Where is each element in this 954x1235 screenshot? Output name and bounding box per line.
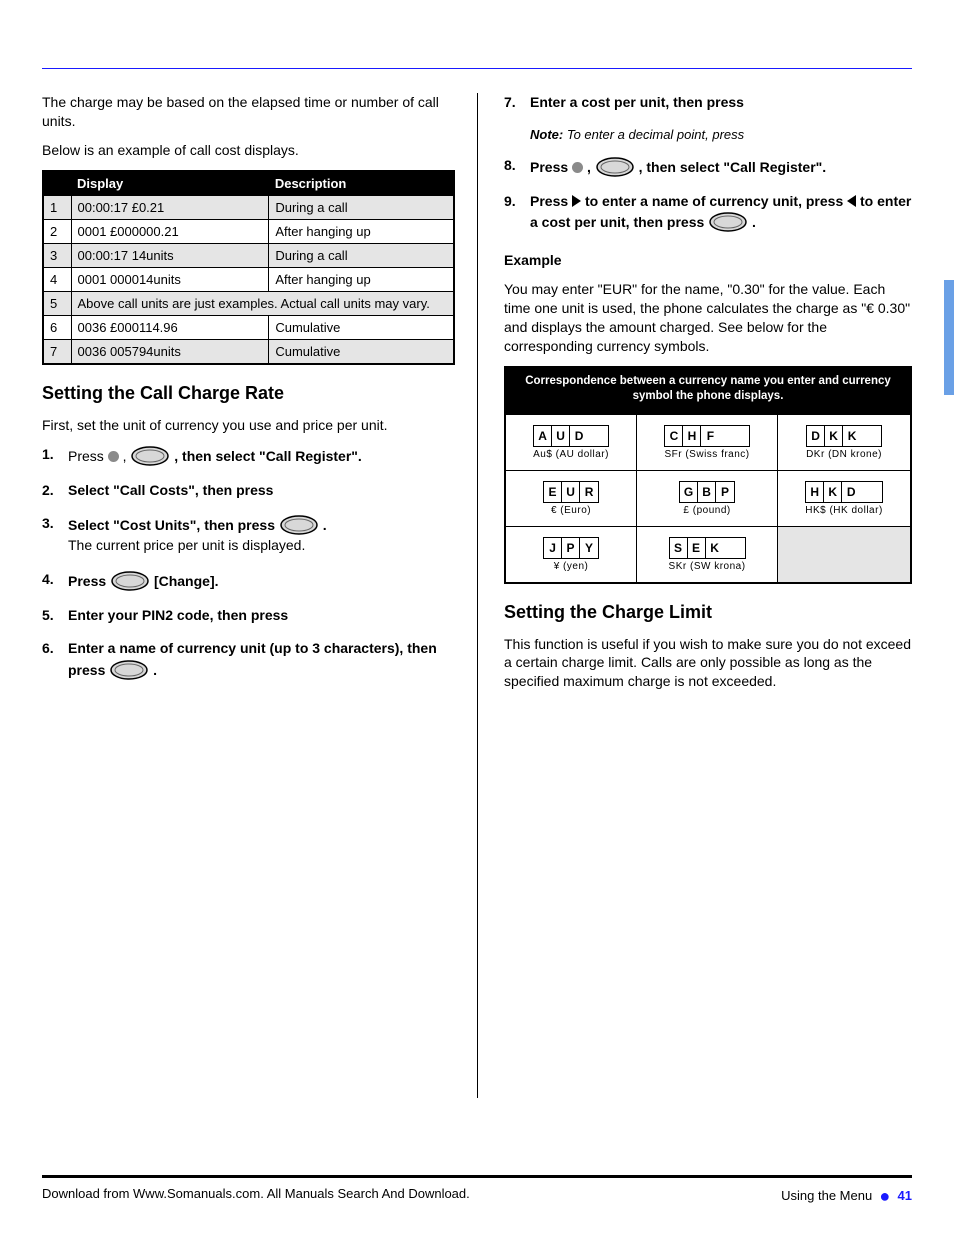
oval-button-icon [595, 156, 635, 178]
currency-cell-empty [778, 526, 911, 583]
step-7: 7. Enter a cost per unit, then press [504, 93, 912, 113]
currency-cell: AUDAu$ (AU dollar) [505, 414, 637, 470]
triangle-right-icon [572, 195, 581, 207]
triangle-left-icon [847, 195, 856, 207]
currency-cell: SEKSKr (SW krona) [637, 526, 778, 583]
step-7-note: Note: To enter a decimal point, press [530, 127, 912, 142]
charge-limit-desc: This function is useful if you wish to m… [504, 635, 912, 692]
currency-cell: EUR€ (Euro) [505, 470, 637, 526]
step-1: 1. Press , , then select "Call Register"… [42, 445, 455, 467]
example-text: You may enter "EUR" for the name, "0.30"… [504, 280, 912, 356]
currency-table-header: Correspondence between a currency name y… [505, 367, 911, 414]
footer-section-label: Using the Menu [781, 1188, 872, 1203]
right-column: 7. Enter a cost per unit, then press Not… [504, 93, 912, 1098]
oval-button-icon [109, 659, 149, 681]
currency-cell: HKDHK$ (HK dollar) [778, 470, 911, 526]
col-header-desc: Description [269, 171, 454, 196]
step-6: 6. Enter a name of currency unit (up to … [42, 639, 455, 681]
oval-button-icon [279, 514, 319, 536]
step-8: 8. Press , , then select "Call Register"… [504, 156, 912, 178]
cell: During a call [269, 243, 454, 267]
currency-cell: JPY¥ (yen) [505, 526, 637, 583]
cell: 00:00:17 £0.21 [71, 195, 269, 219]
cell: After hanging up [269, 267, 454, 291]
intro-text-2: Below is an example of call cost display… [42, 141, 455, 160]
cell: 0036 005794units [71, 339, 269, 364]
step-3: 3. Select "Cost Units", then press . The… [42, 514, 455, 556]
currency-cell: CHFSFr (Swiss franc) [637, 414, 778, 470]
left-column: The charge may be based on the elapsed t… [42, 93, 455, 1098]
cell: 0001 £000000.21 [71, 219, 269, 243]
col-header-display: Display [71, 171, 269, 196]
cell: Cumulative [269, 315, 454, 339]
step-5: 5. Enter your PIN2 code, then press [42, 606, 455, 626]
dot-icon [572, 162, 583, 173]
oval-button-icon [708, 211, 748, 233]
row-num: 5 [43, 291, 71, 315]
intro-text-1: The charge may be based on the elapsed t… [42, 93, 455, 131]
cell: 0036 £000114.96 [71, 315, 269, 339]
heading-charge-rate: Setting the Call Charge Rate [42, 383, 455, 404]
oval-button-icon [130, 445, 170, 467]
row-num: 3 [43, 243, 71, 267]
cell: After hanging up [269, 219, 454, 243]
cell: 0001 000014units [71, 267, 269, 291]
cell-span: Above call units are just examples. Actu… [71, 291, 454, 315]
row-num: 1 [43, 195, 71, 219]
step-4: 4. Press [Change]. [42, 570, 455, 592]
page-number: 41 [898, 1188, 912, 1203]
footer-dot-icon: ● [879, 1186, 890, 1206]
page-edge-tab [944, 280, 954, 395]
currency-cell: GBP£ (pound) [637, 470, 778, 526]
row-num: 7 [43, 339, 71, 364]
call-cost-table: Display Description 100:00:17 £0.21Durin… [42, 170, 455, 365]
footer-left-text: Download from Www.Somanuals.com. All Man… [42, 1186, 470, 1207]
page-footer: Download from Www.Somanuals.com. All Man… [42, 1175, 912, 1207]
charge-rate-desc: First, set the unit of currency you use … [42, 416, 455, 435]
cell: Cumulative [269, 339, 454, 364]
row-num: 4 [43, 267, 71, 291]
row-num: 6 [43, 315, 71, 339]
heading-charge-limit: Setting the Charge Limit [504, 602, 912, 623]
dot-icon [108, 451, 119, 462]
cell: During a call [269, 195, 454, 219]
example-label: Example [504, 252, 562, 268]
cell: 00:00:17 14units [71, 243, 269, 267]
row-num: 2 [43, 219, 71, 243]
header-rule [42, 68, 912, 69]
oval-button-icon [110, 570, 150, 592]
step-9: 9. Press to enter a name of currency uni… [504, 192, 912, 234]
currency-cell: DKKDKr (DN krone) [778, 414, 911, 470]
currency-table: Correspondence between a currency name y… [504, 366, 912, 584]
step-2: 2. Select "Call Costs", then press [42, 481, 455, 501]
